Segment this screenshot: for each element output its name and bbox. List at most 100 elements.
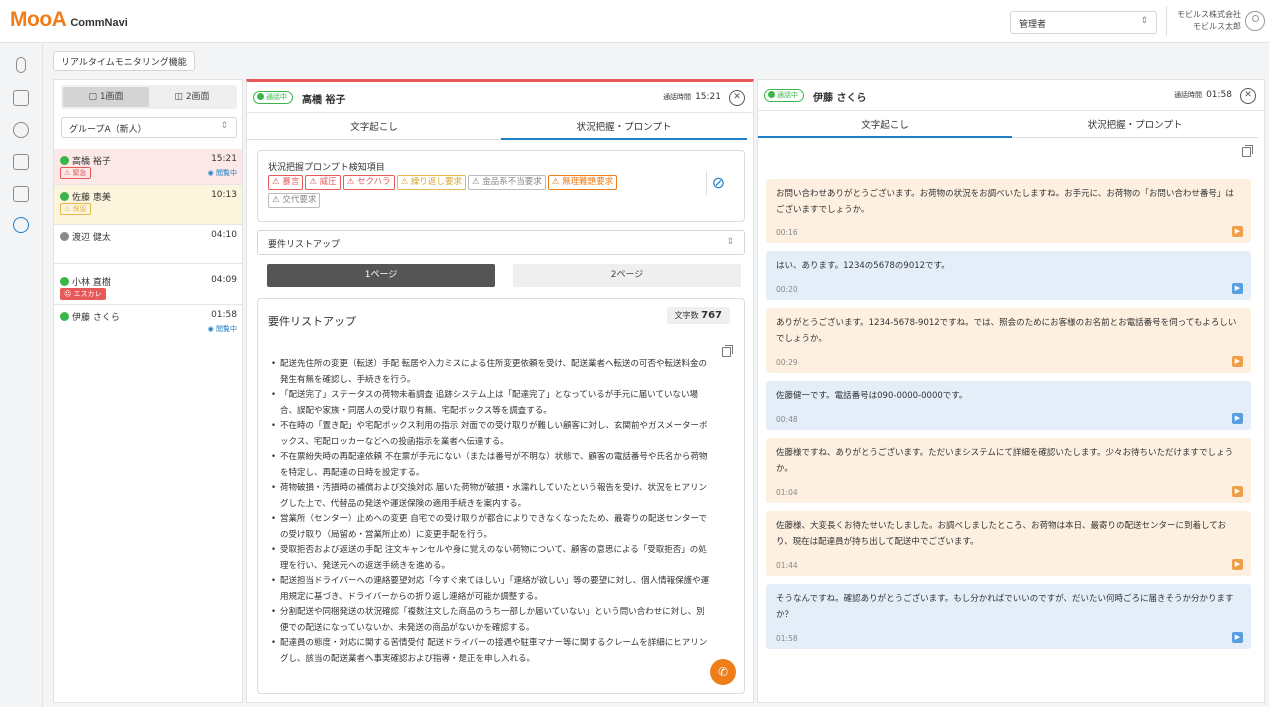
role-select[interactable]: 管理者 ⇕ (1010, 11, 1157, 34)
call-header: 通話中 高橋 裕子 通話時間 15:21 ✕ (247, 82, 753, 113)
monitor-icon[interactable] (13, 186, 29, 202)
app-logo[interactable]: MooA CommNavi (10, 8, 128, 32)
transcript-message: 佐藤様、大変長くお待たせいたしました。お調べしましたところ、お荷物は本日、最寄り… (766, 511, 1251, 576)
view-toggle: ▢ 1画面 ◫ 2画面 (61, 85, 237, 109)
requirements-box: 要件リストアップ 文字数 767 配送先住所の変更（転送）手配 転居や入力ミスに… (257, 298, 745, 694)
escalation-badge: ☹ エスカレ (60, 288, 106, 300)
keyword-list: ⚠ 暴言 ⚠ 威圧 ⚠ セクハラ ⚠ 繰り返し要求 ⚠ 金品系不当要求 ⚠ 無理難題要求 ⚠… (268, 175, 708, 211)
list-item: 荷物破損・汚損時の補償および交換対応 届いた荷物が破損・水濡れしていたという報告… (271, 481, 711, 512)
user-info: モビルス株式会社 モビルス太郎 (1166, 6, 1241, 36)
call-list-item[interactable]: 佐藤 恵美 10:13 ⚠ 保留 (54, 185, 242, 225)
copy-icon[interactable] (722, 345, 733, 357)
call-panel-left: 通話中 高橋 裕子 通話時間 15:21 ✕ 文字起こし 状況把握・プロンプト 状… (246, 79, 754, 703)
chevron-updown-icon: ⇕ (220, 121, 228, 131)
list-item: 配送担当ドライバーへの連絡要望対応「今すぐ来てほしい」「連絡が欲しい」等の要望に… (271, 574, 711, 605)
requirement-list: 配送先住所の変更（転送）手配 転居や入力ミスによる住所変更依頼を受け、配送業者へ… (271, 357, 711, 667)
tab-prompt[interactable]: 状況把握・プロンプト (501, 118, 747, 140)
keyword-badge[interactable]: ⚠ 交代要求 (268, 193, 321, 208)
tab-transcript[interactable]: 文字起こし (247, 118, 501, 140)
char-count: 文字数 767 (666, 307, 730, 324)
req-controls: 要件リストアップ ⇕ 1ページ 2ページ (257, 230, 745, 290)
call-duration: 通話時間 01:58 (1174, 90, 1232, 100)
page-2-button[interactable]: 2ページ (513, 264, 741, 287)
gear-icon[interactable] (13, 122, 29, 138)
transcript-message: ありがとうございます。1234-5678-9012ですね。では、照会のためにお客… (766, 308, 1251, 373)
req-title: 要件リストアップ (268, 315, 356, 328)
tab-transcript[interactable]: 文字起こし (758, 116, 1012, 138)
hold-badge: ⚠ 保留 (60, 203, 91, 215)
list-item: 分割配送や同梱発送の状況確認「複数注文した商品のうち一部しか届いていない」という… (271, 605, 711, 636)
tab-prompt[interactable]: 状況把握・プロンプト (1012, 116, 1258, 138)
status-dot (60, 192, 69, 201)
keyword-badge[interactable]: ⚠ 威圧 (305, 175, 341, 190)
list-item: 「配送完了」ステータスの荷物未着調査 追跡システム上は「配達完了」となっているが… (271, 388, 711, 419)
close-icon[interactable]: ✕ (1240, 88, 1256, 104)
transcript-message: そうなんですね。確認ありがとうございます。もし分かればでいいのですが、だいたい何… (766, 584, 1251, 649)
transcript-message: 佐藤健一です。電話番号は090-0000-0000です。 00:48 ▶ (766, 381, 1251, 430)
viewing-badge: ◉ 閲覧中 (207, 325, 237, 333)
chevron-updown-icon: ⇕ (726, 237, 734, 247)
list-item: 営業所（センター）止めへの変更 自宅での受け取りが都合によりできなくなったため、… (271, 512, 711, 543)
microphone-icon[interactable] (16, 57, 26, 73)
transcript-message: はい、あります。1234の5678の9012です。 00:20 ▶ (766, 251, 1251, 300)
company-name: モビルス株式会社 (1177, 10, 1241, 19)
page-1-button[interactable]: 1ページ (267, 264, 495, 287)
user-name: モビルス太郎 (1193, 22, 1241, 31)
tabs: 文字起こし 状況把握・プロンプト (247, 118, 753, 140)
list-item: 受取拒否および返送の手配 注文キャンセルや身に覚えのない荷物について、顧客の意思… (271, 543, 711, 574)
status-dot (60, 277, 69, 286)
play-icon[interactable]: ▶ (1232, 283, 1243, 294)
group-select[interactable]: グループA（新人） ⇕ (61, 117, 237, 138)
req-select[interactable]: 要件リストアップ ⇕ (257, 230, 745, 255)
status-badge: 通話中 (764, 89, 804, 102)
keyword-badge[interactable]: ⚠ 無理難題要求 (547, 175, 618, 190)
detect-title: 状況把握プロンプト検知項目 (268, 163, 385, 173)
call-list-item[interactable]: 高橋 裕子 15:21 ⚠ 緊急 ◉ 閲覧中 (54, 149, 242, 185)
copy-icon[interactable] (1242, 145, 1253, 157)
transcript-message: 佐藤様ですね、ありがとうございます。ただいまシステムにて詳細を確認いたします。少… (766, 438, 1251, 503)
call-duration: 通話時間 15:21 (663, 92, 721, 102)
call-list-item[interactable]: 伊藤 さくら 01:58 ◉ 閲覧中 (54, 305, 242, 345)
call-panel-right: 通話中 伊藤 さくら 通話時間 01:58 ✕ 文字起こし 状況把握・プロンプト … (757, 79, 1265, 703)
play-icon[interactable]: ▶ (1232, 413, 1243, 424)
play-icon[interactable]: ▶ (1232, 632, 1243, 643)
top-bar: MooA CommNavi 管理者 ⇕ モビルス株式会社 モビルス太郎 (0, 0, 1269, 43)
keyword-badge[interactable]: ⚠ 金品系不当要求 (467, 175, 546, 190)
urgent-badge: ⚠ 緊急 (60, 167, 91, 179)
status-dot (60, 156, 69, 165)
status-dot (60, 312, 69, 321)
list-item: 不在票紛失時の再配達依頼 不在票が手元にない（または番号が不明な）状態で、顧客の… (271, 450, 711, 481)
viewing-badge: ◉ 閲覧中 (207, 169, 237, 177)
call-list-panel: ▢ 1画面 ◫ 2画面 グループA（新人） ⇕ 高橋 裕子 15:21 ⚠ 緊急 … (53, 79, 243, 703)
play-icon[interactable]: ▶ (1232, 486, 1243, 497)
list-item: 配達員の態度・対応に関する苦情受付 配送ドライバーの接遇や駐車マナー等に関するク… (271, 636, 711, 667)
list-item: 不在時の「置き配」や宅配ボックス利用の指示 対面での受け取りが難しい顧客に対し、… (271, 419, 711, 450)
phone-icon[interactable]: ✆ (710, 659, 736, 685)
dual-view-button[interactable]: ◫ 2画面 (149, 87, 235, 107)
user-avatar-icon[interactable] (1245, 11, 1265, 31)
play-icon[interactable]: ▶ (1232, 356, 1243, 367)
clipboard-icon[interactable] (13, 90, 29, 106)
agent-name: 高橋 裕子 (302, 95, 346, 106)
call-header: 通話中 伊藤 さくら 通話時間 01:58 ✕ (758, 80, 1264, 111)
list-item: 配送先住所の変更（転送）手配 転居や入力ミスによる住所変更依頼を受け、配送業者へ… (271, 357, 711, 388)
left-nav (0, 44, 43, 707)
keyword-badge[interactable]: ⚠ 暴言 (268, 175, 304, 190)
detect-off-icon[interactable]: ⊘ (706, 171, 730, 195)
status-dot (60, 232, 69, 241)
keyword-badge[interactable]: ⚠ 繰り返し要求 (396, 175, 466, 190)
tabs: 文字起こし 状況把握・プロンプト (758, 116, 1264, 138)
realtime-icon[interactable] (13, 217, 29, 233)
status-badge: 通話中 (253, 91, 293, 104)
play-icon[interactable]: ▶ (1232, 226, 1243, 237)
keyword-badge[interactable]: ⚠ セクハラ (342, 175, 395, 190)
play-icon[interactable]: ▶ (1232, 559, 1243, 570)
close-icon[interactable]: ✕ (729, 90, 745, 106)
page-title: リアルタイムモニタリング機能 (53, 51, 195, 71)
detect-box: 状況把握プロンプト検知項目 ⚠ 暴言 ⚠ 威圧 ⚠ セクハラ ⚠ 繰り返し要求 ⚠ 金品… (257, 150, 745, 222)
single-view-button[interactable]: ▢ 1画面 (63, 87, 149, 107)
agent-name: 伊藤 さくら (813, 93, 867, 104)
call-list-item[interactable]: 渡辺 健太 04:10 (54, 225, 242, 264)
call-list-item[interactable]: 小林 直樹 04:09 ☹ エスカレ (54, 264, 242, 305)
document-search-icon[interactable] (13, 154, 29, 170)
